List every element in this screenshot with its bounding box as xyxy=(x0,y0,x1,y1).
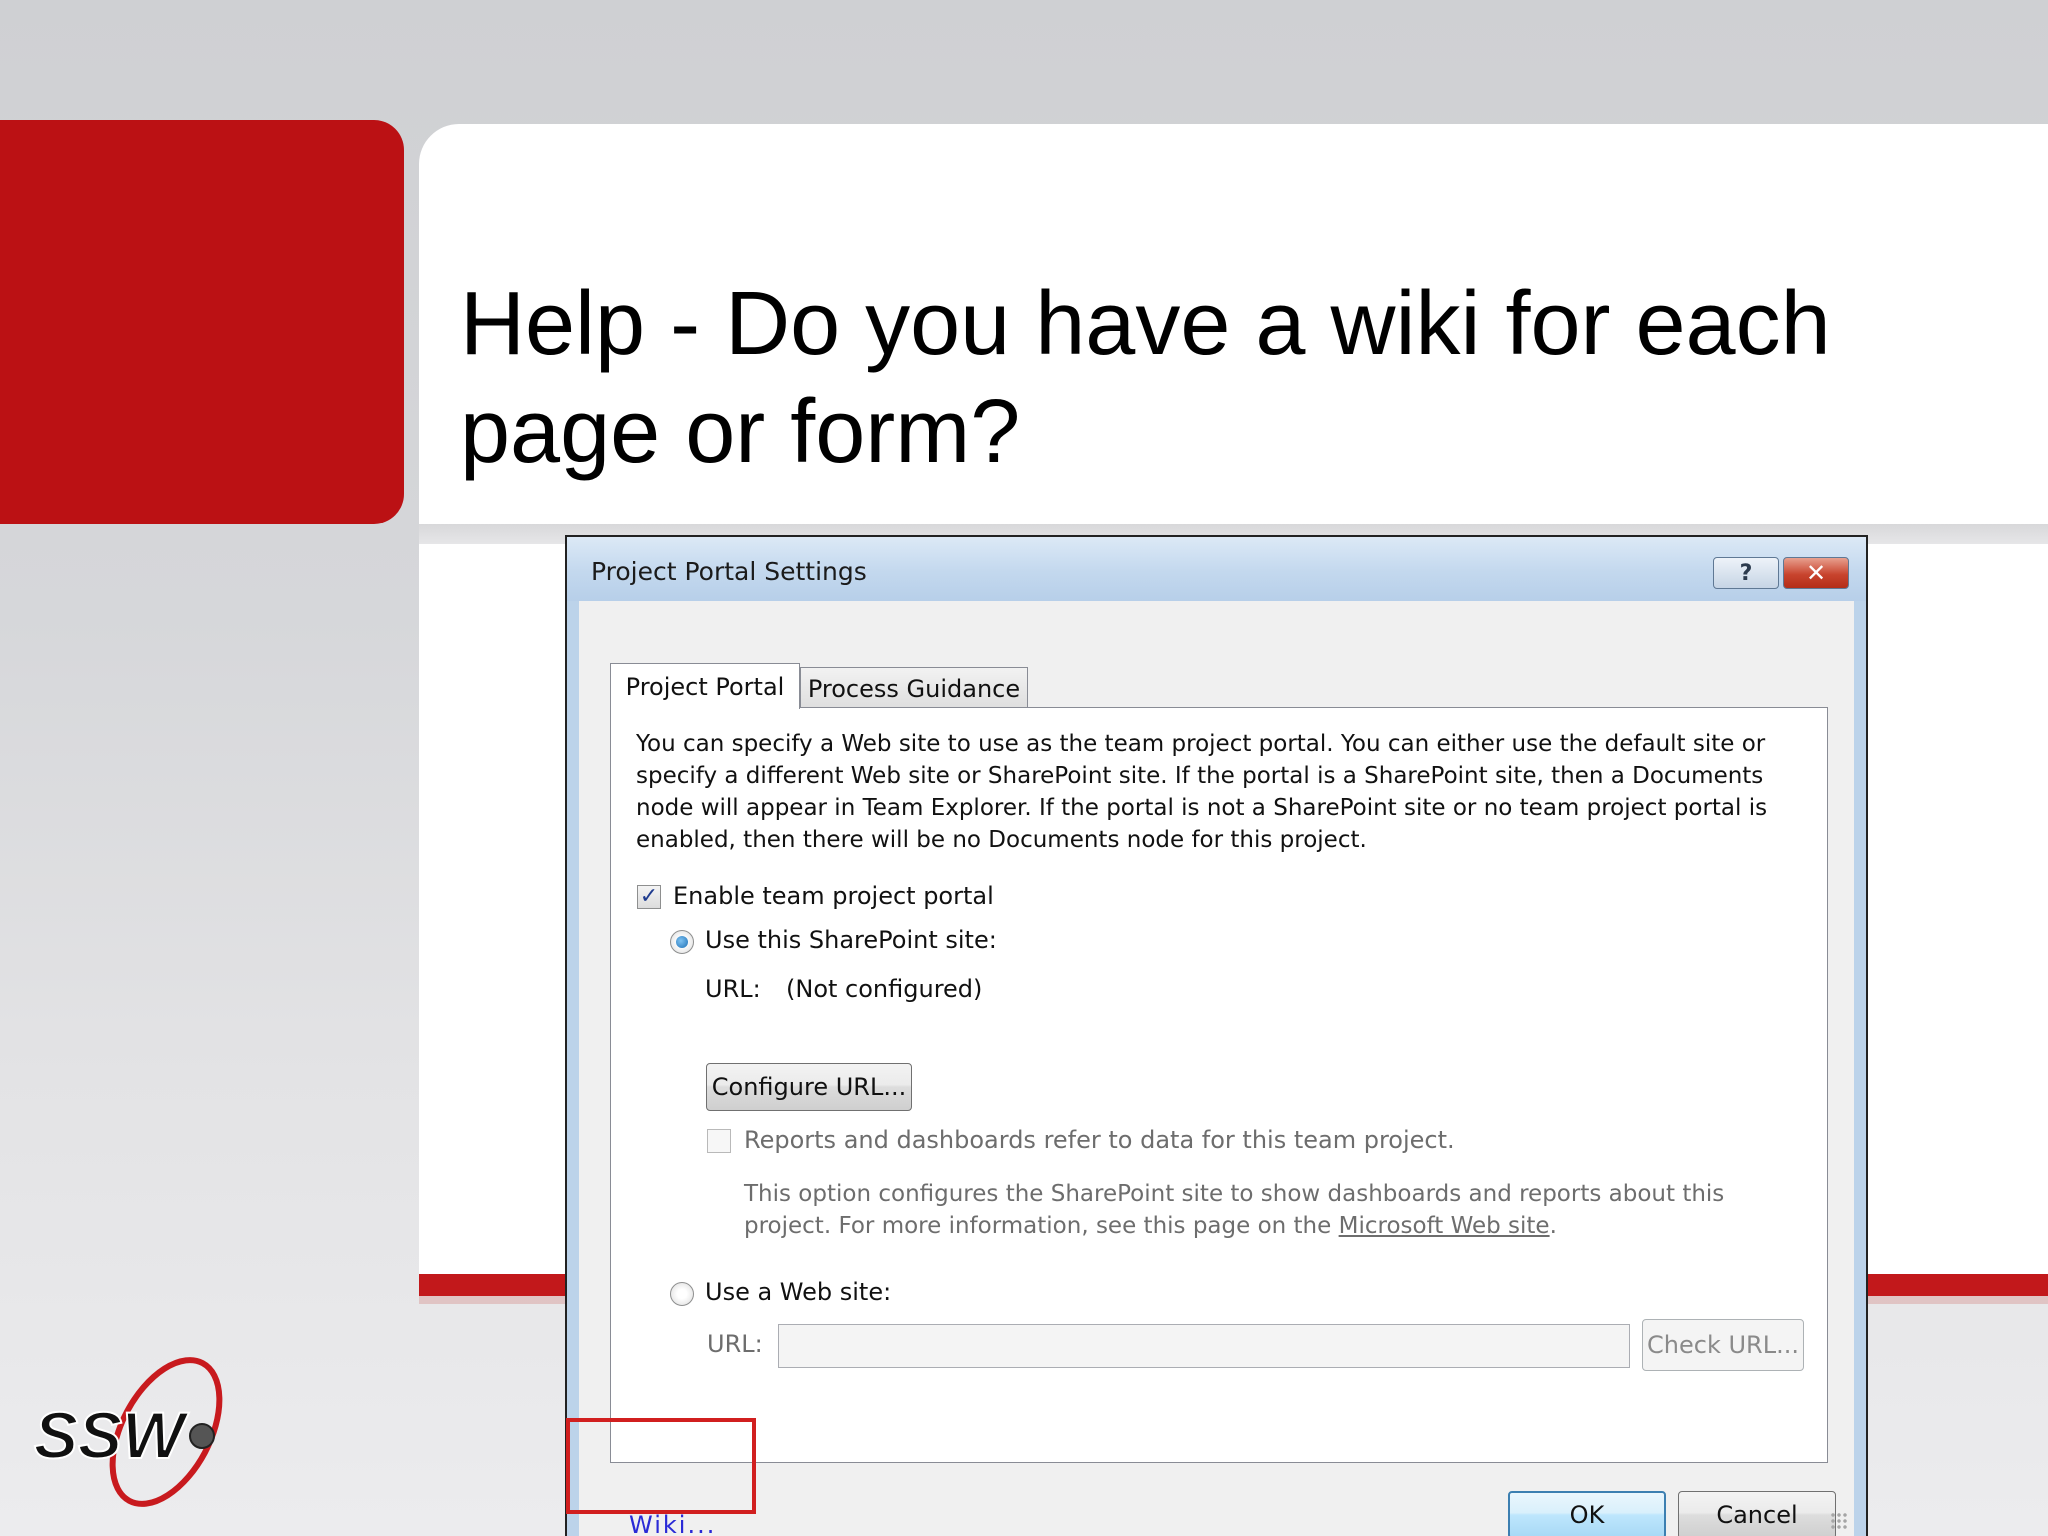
red-accent-block xyxy=(0,120,404,524)
portal-description: You can specify a Web site to use as the… xyxy=(636,731,1768,853)
sharepoint-url-value: (Not configured) xyxy=(786,975,983,1003)
tab-project-portal[interactable]: Project Portal xyxy=(610,663,800,709)
web-site-label: Use a Web site: xyxy=(705,1278,892,1306)
microsoft-web-site-link[interactable]: Microsoft Web site xyxy=(1339,1213,1550,1239)
reports-note: This option configures the SharePoint si… xyxy=(744,1178,1744,1242)
help-icon: ? xyxy=(1739,560,1753,586)
web-site-radio[interactable] xyxy=(670,1282,694,1306)
sharepoint-url-label: URL: xyxy=(705,975,761,1003)
enable-portal-checkbox[interactable]: ✓ xyxy=(637,885,661,909)
slide-title: Help - Do you have a wiki for each page … xyxy=(460,274,1831,482)
sharepoint-site-label: Use this SharePoint site: xyxy=(705,926,997,954)
web-site-url-input[interactable] xyxy=(778,1324,1630,1368)
configure-url-button[interactable]: Configure URL... xyxy=(706,1063,912,1111)
close-button[interactable]: ✕ xyxy=(1783,557,1849,589)
project-portal-settings-dialog: Project Portal Settings ? ✕ Project Port… xyxy=(565,535,1868,1536)
logo-text: SSW xyxy=(34,1398,189,1472)
tab-process-guidance[interactable]: Process Guidance xyxy=(800,667,1028,709)
radio-selected-dot xyxy=(676,936,688,948)
reports-note-suffix: . xyxy=(1549,1213,1557,1239)
dialog-title: Project Portal Settings xyxy=(591,557,867,586)
checkmark-icon: ✓ xyxy=(639,884,659,909)
dialog-client-area: Project Portal Process Guidance You can … xyxy=(579,601,1854,1536)
enable-portal-label: Enable team project portal xyxy=(673,882,994,910)
slide: Help - Do you have a wiki for each page … xyxy=(0,0,2048,1536)
tab-label: Project Portal xyxy=(625,672,785,701)
web-site-url-label: URL: xyxy=(707,1330,763,1358)
project-portal-tab-panel: You can specify a Web site to use as the… xyxy=(610,707,1828,1463)
cancel-label: Cancel xyxy=(1716,1501,1798,1529)
resize-grip-icon[interactable] xyxy=(1830,1512,1848,1530)
help-button[interactable]: ? xyxy=(1713,557,1779,589)
cancel-button[interactable]: Cancel xyxy=(1678,1491,1836,1536)
check-url-button[interactable]: Check URL... xyxy=(1642,1319,1804,1371)
sharepoint-site-radio[interactable] xyxy=(670,930,694,954)
close-icon: ✕ xyxy=(1805,559,1827,587)
tab-label: Process Guidance xyxy=(807,674,1021,703)
wiki-link[interactable]: Wiki... xyxy=(629,1511,716,1536)
ok-label: OK xyxy=(1569,1501,1605,1529)
ssw-logo-icon: SSW xyxy=(33,1357,223,1507)
dialog-titlebar[interactable]: Project Portal Settings ? ✕ xyxy=(567,537,1866,601)
check-url-label: Check URL... xyxy=(1647,1331,1799,1359)
reports-dashboards-checkbox[interactable] xyxy=(707,1129,731,1153)
wiki-highlight-box xyxy=(566,1418,756,1514)
ok-button[interactable]: OK xyxy=(1508,1491,1666,1536)
reports-dashboards-label: Reports and dashboards refer to data for… xyxy=(744,1126,1455,1154)
configure-url-label: Configure URL... xyxy=(711,1073,907,1101)
reports-note-text: This option configures the SharePoint si… xyxy=(744,1181,1725,1239)
